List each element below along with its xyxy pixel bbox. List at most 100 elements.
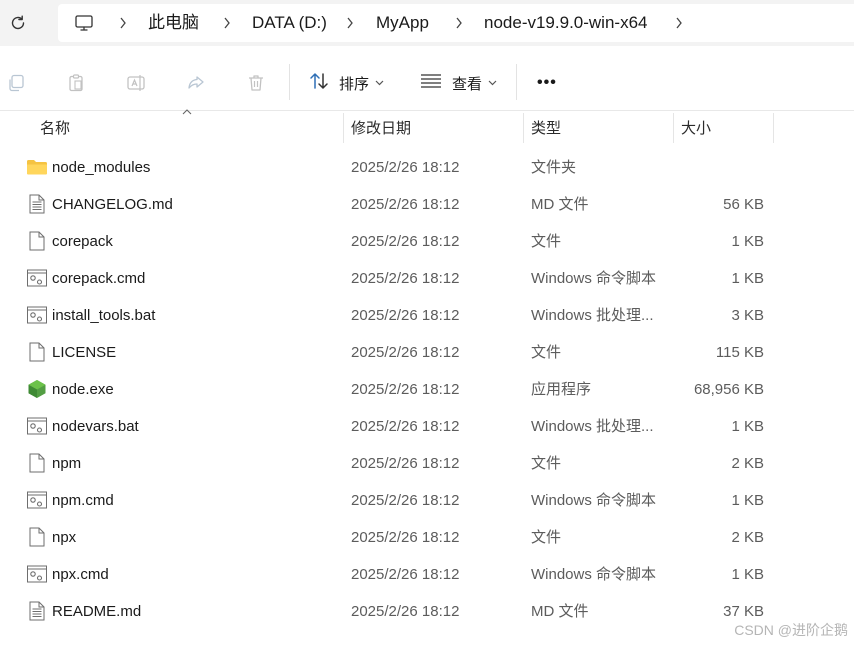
file-icon [26, 342, 48, 362]
file-date: 2025/2/26 18:12 [351, 566, 460, 583]
rename-icon[interactable] [125, 72, 147, 94]
breadcrumb-item-this-pc[interactable]: 此电脑 [148, 13, 199, 33]
column-header: 名称 修改日期 类型 大小 [0, 111, 854, 143]
chevron-right-icon [115, 14, 131, 32]
column-divider[interactable] [523, 113, 524, 143]
view-list-icon [420, 73, 442, 94]
file-type: 文件 [531, 233, 562, 250]
file-row[interactable]: node_modules 2025/2/26 18:12 文件夹 [0, 149, 854, 186]
watermark: CSDN @进阶企鹅 [734, 622, 848, 638]
file-size: 3 KB [731, 307, 764, 324]
file-date: 2025/2/26 18:12 [351, 418, 460, 435]
file-name: npm [52, 455, 82, 472]
breadcrumb-item-current-folder[interactable]: node-v19.9.0-win-x64 [484, 13, 647, 33]
file-icon [26, 453, 48, 473]
delete-icon[interactable] [245, 72, 267, 94]
file-date: 2025/2/26 18:12 [351, 196, 460, 213]
file-date: 2025/2/26 18:12 [351, 492, 460, 509]
breadcrumb-item-drive[interactable]: DATA (D:) [252, 13, 327, 33]
file-icon [26, 231, 48, 251]
script-file-icon [26, 268, 48, 288]
file-row[interactable]: nodevars.bat 2025/2/26 18:12 Windows 批处理… [0, 408, 854, 445]
column-header-name[interactable]: 名称 [40, 111, 70, 143]
refresh-icon[interactable] [6, 11, 30, 35]
paste-icon[interactable] [65, 72, 87, 94]
file-date: 2025/2/26 18:12 [351, 159, 460, 176]
file-row[interactable]: npm.cmd 2025/2/26 18:12 Windows 命令脚本 1 K… [0, 482, 854, 519]
file-name: CHANGELOG.md [52, 196, 173, 213]
file-type: 应用程序 [531, 381, 592, 398]
file-size: 2 KB [731, 529, 764, 546]
breadcrumb-item-myapp[interactable]: MyApp [376, 13, 429, 33]
sort-button[interactable]: 排序 [309, 70, 384, 96]
file-row[interactable]: npx.cmd 2025/2/26 18:12 Windows 命令脚本 1 K… [0, 556, 854, 593]
folder-icon [26, 157, 48, 177]
share-icon[interactable] [185, 72, 207, 94]
file-row[interactable]: node.exe 2025/2/26 18:12 应用程序 68,956 KB [0, 371, 854, 408]
file-size: 1 KB [731, 566, 764, 583]
file-size: 1 KB [731, 418, 764, 435]
column-divider[interactable] [673, 113, 674, 143]
file-type: Windows 命令脚本 [531, 270, 657, 287]
file-type: Windows 批处理... [531, 307, 654, 324]
address-bar: 此电脑 DATA (D:) MyApp node-v19.9.0-win-x64 [0, 0, 854, 46]
column-divider[interactable] [773, 113, 774, 143]
file-row[interactable]: corepack 2025/2/26 18:12 文件 1 KB [0, 223, 854, 260]
file-name: npx.cmd [52, 566, 109, 583]
file-name: corepack [52, 233, 113, 250]
file-name: npm.cmd [52, 492, 114, 509]
column-header-date[interactable]: 修改日期 [351, 111, 411, 143]
more-options-button[interactable]: ••• [537, 70, 557, 96]
text-file-icon [26, 194, 48, 214]
chevron-right-icon [451, 14, 467, 32]
file-size: 115 KB [715, 344, 764, 361]
column-header-size[interactable]: 大小 [681, 111, 711, 143]
script-file-icon [26, 416, 48, 436]
column-divider[interactable] [343, 113, 344, 143]
chevron-right-icon[interactable] [671, 14, 687, 32]
file-date: 2025/2/26 18:12 [351, 603, 460, 620]
file-name: LICENSE [52, 344, 117, 361]
file-row[interactable]: README.md 2025/2/26 18:12 MD 文件 37 KB [0, 593, 854, 630]
file-date: 2025/2/26 18:12 [351, 307, 460, 324]
breadcrumb[interactable]: 此电脑 DATA (D:) MyApp node-v19.9.0-win-x64 [58, 4, 854, 42]
column-header-type[interactable]: 类型 [531, 111, 561, 143]
file-size: 56 KB [723, 196, 764, 213]
text-file-icon [26, 601, 48, 621]
file-size: 1 KB [731, 270, 764, 287]
view-button[interactable]: 查看 [420, 70, 497, 96]
file-row[interactable]: npx 2025/2/26 18:12 文件 2 KB [0, 519, 854, 556]
file-size: 1 KB [731, 492, 764, 509]
file-row[interactable]: install_tools.bat 2025/2/26 18:12 Window… [0, 297, 854, 334]
file-size: 2 KB [731, 455, 764, 472]
file-name: install_tools.bat [52, 307, 156, 324]
file-name: node.exe [52, 381, 114, 398]
file-type: 文件 [531, 344, 562, 361]
chevron-down-icon [488, 78, 497, 89]
file-name: README.md [52, 603, 142, 620]
chevron-right-icon [342, 14, 358, 32]
file-size: 68,956 KB [693, 381, 764, 398]
file-row[interactable]: corepack.cmd 2025/2/26 18:12 Windows 命令脚… [0, 260, 854, 297]
file-name: corepack.cmd [52, 270, 146, 287]
copy-icon[interactable] [5, 72, 27, 94]
script-file-icon [26, 564, 48, 584]
file-date: 2025/2/26 18:12 [351, 233, 460, 250]
file-row[interactable]: npm 2025/2/26 18:12 文件 2 KB [0, 445, 854, 482]
view-label: 查看 [452, 75, 483, 93]
file-type: 文件 [531, 529, 562, 546]
file-date: 2025/2/26 18:12 [351, 344, 460, 361]
computer-icon[interactable] [74, 13, 94, 33]
file-row[interactable]: CHANGELOG.md 2025/2/26 18:12 MD 文件 56 KB [0, 186, 854, 223]
file-name: npx [52, 529, 77, 546]
file-date: 2025/2/26 18:12 [351, 270, 460, 287]
script-file-icon [26, 305, 48, 325]
file-type: 文件夹 [531, 159, 577, 176]
file-name: nodevars.bat [52, 418, 139, 435]
file-size: 1 KB [731, 233, 764, 250]
sort-icon [309, 72, 329, 95]
node-exe-icon [26, 379, 48, 399]
file-date: 2025/2/26 18:12 [351, 455, 460, 472]
file-name: node_modules [52, 159, 151, 176]
file-row[interactable]: LICENSE 2025/2/26 18:12 文件 115 KB [0, 334, 854, 371]
